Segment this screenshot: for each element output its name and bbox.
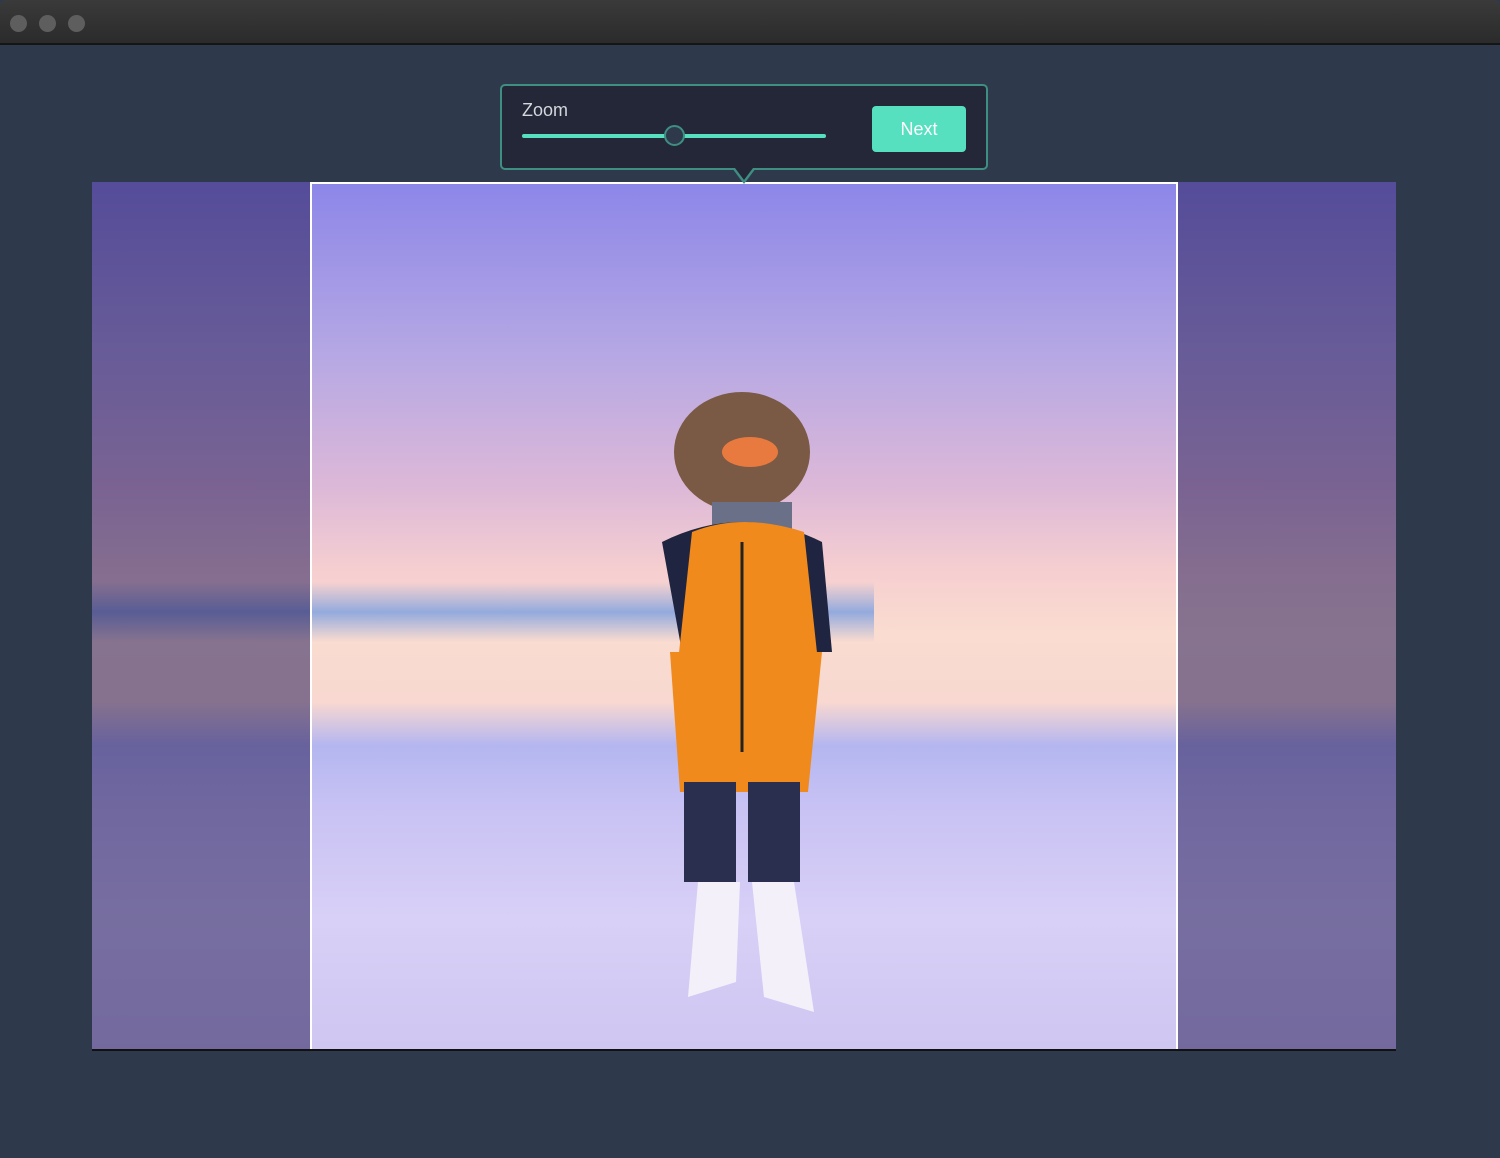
popover-arrow-inner: [735, 168, 753, 180]
minimize-window-button[interactable]: [39, 15, 56, 32]
window-titlebar: [0, 0, 1500, 45]
next-button[interactable]: Next: [872, 106, 966, 152]
crop-mask-right: [1178, 182, 1396, 1049]
crop-frame[interactable]: [310, 182, 1178, 1049]
maximize-window-button[interactable]: [68, 15, 85, 32]
zoom-slider-thumb[interactable]: [664, 125, 685, 146]
crop-mask-left: [92, 182, 310, 1049]
zoom-popover: Zoom Next: [500, 84, 988, 184]
zoom-label: Zoom: [522, 100, 569, 120]
zoom-slider[interactable]: [522, 125, 826, 146]
image-crop-stage[interactable]: [92, 182, 1396, 1051]
close-window-button[interactable]: [10, 15, 27, 32]
